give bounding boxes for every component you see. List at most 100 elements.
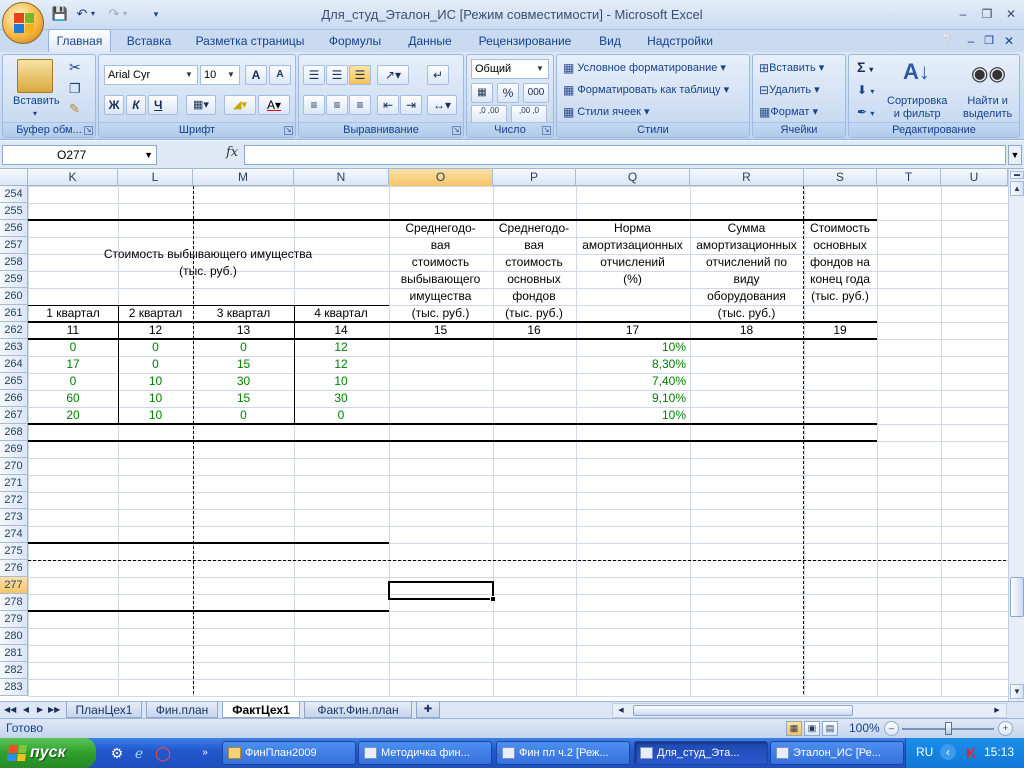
group-header-cell[interactable]: Стоимость выбывающего имущества (тыс. ру… bbox=[28, 246, 388, 280]
tray-arrow-icon[interactable]: ‹ bbox=[940, 744, 956, 760]
zoom-level[interactable]: 100% bbox=[849, 721, 880, 735]
column-number-15[interactable]: 15 bbox=[389, 322, 492, 339]
vertical-scrollbar[interactable]: ▬ ▲ ▼ bbox=[1008, 169, 1024, 701]
borders-button[interactable]: ▦▾ bbox=[186, 95, 216, 115]
data-cell-k[interactable]: 17 bbox=[28, 356, 118, 373]
data-cell-m[interactable]: 0 bbox=[193, 407, 294, 424]
data-cell-m[interactable]: 15 bbox=[193, 356, 294, 373]
underline-button[interactable]: Ч bbox=[148, 95, 178, 115]
spreadsheet-grid[interactable]: KLMNOPQRSTU 254 255 256 257 258 259 260 261 262 2… bbox=[0, 169, 1008, 701]
number-format-combo[interactable]: Общий ▼ bbox=[471, 59, 549, 79]
row-header-274[interactable]: 274 bbox=[0, 526, 28, 543]
page-layout-view-icon[interactable]: ▣ bbox=[804, 721, 820, 736]
tab-addins[interactable]: Надстройки bbox=[640, 30, 720, 52]
data-cell-l[interactable]: 10 bbox=[118, 373, 193, 390]
page-break-view-icon[interactable]: ▤ bbox=[822, 721, 838, 736]
font-size-dropdown-icon[interactable]: ▼ bbox=[227, 66, 238, 84]
data-cell-m[interactable]: 15 bbox=[193, 390, 294, 407]
decrease-indent-button[interactable]: ⇤ bbox=[377, 95, 399, 115]
task-finplan2009[interactable]: ФинПлан2009 bbox=[222, 741, 356, 765]
insert-sheet-icon[interactable]: ✚ bbox=[416, 702, 440, 718]
row-header-282[interactable]: 282 bbox=[0, 662, 28, 679]
horizontal-scroll-thumb[interactable] bbox=[633, 705, 853, 716]
task-metodichka[interactable]: Методичка фин... bbox=[358, 741, 492, 765]
data-cell-k[interactable]: 0 bbox=[28, 339, 118, 356]
quicklaunch-opera-icon[interactable]: ◯ bbox=[154, 744, 172, 762]
row-header-271[interactable]: 271 bbox=[0, 475, 28, 492]
first-sheet-icon[interactable]: ◀◀ bbox=[4, 703, 16, 717]
row-header-277[interactable]: 277 bbox=[0, 577, 28, 594]
font-size-combo[interactable]: 10 ▼ bbox=[200, 65, 240, 85]
delete-cells-button[interactable]: ⊟Удалить ▾ bbox=[759, 83, 820, 97]
merge-center-button[interactable]: ↔▾ bbox=[427, 95, 457, 115]
sheet-tab-fakt-fin-plan[interactable]: Факт.Фин.план bbox=[304, 702, 412, 718]
scroll-down-icon[interactable]: ▼ bbox=[1010, 684, 1024, 699]
column-number-14[interactable]: 14 bbox=[294, 322, 388, 339]
row-header-257[interactable]: 257 bbox=[0, 237, 28, 254]
task-fin-pl-ch2[interactable]: Фин пл ч.2 [Реж... bbox=[496, 741, 630, 765]
quicklaunch-settings-icon[interactable]: ⚙ bbox=[108, 744, 126, 762]
row-header-279[interactable]: 279 bbox=[0, 611, 28, 628]
last-sheet-icon[interactable]: ▶▶ bbox=[48, 703, 60, 717]
split-handle-icon[interactable]: ▬ bbox=[1010, 171, 1024, 179]
column-number-12[interactable]: 12 bbox=[118, 322, 193, 339]
zoom-slider-thumb[interactable] bbox=[945, 722, 952, 735]
column-header-Q[interactable]: Q bbox=[576, 169, 690, 186]
number-format-dropdown-icon[interactable]: ▼ bbox=[536, 60, 547, 78]
close-button[interactable]: ✕ bbox=[1000, 6, 1022, 22]
tab-home[interactable]: Главная bbox=[48, 29, 111, 52]
fill-color-button[interactable]: ◢▾ bbox=[224, 95, 256, 115]
expand-formula-bar-icon[interactable]: ▼ bbox=[1008, 145, 1022, 165]
scroll-up-icon[interactable]: ▲ bbox=[1010, 181, 1024, 196]
tab-view[interactable]: Вид bbox=[588, 30, 632, 52]
quarter-2-header[interactable]: 2 квартал bbox=[118, 305, 193, 322]
sort-filter-icon[interactable]: A↓ bbox=[903, 59, 930, 85]
orientation-button[interactable]: ↗▾ bbox=[377, 65, 409, 85]
align-top-button[interactable]: ☰ bbox=[303, 65, 325, 85]
copy-icon[interactable]: ❐ bbox=[69, 81, 81, 97]
format-painter-icon[interactable]: ✎ bbox=[69, 101, 80, 117]
fill-button[interactable]: ⬇ ▾ bbox=[857, 83, 874, 97]
header-col-O[interactable]: Среднегодо- вая стоимость выбывающего им… bbox=[389, 220, 492, 322]
data-cell-q[interactable]: 10% bbox=[576, 339, 689, 356]
column-header-M[interactable]: M bbox=[193, 169, 294, 186]
quicklaunch-ie-icon[interactable]: ℯ bbox=[130, 744, 148, 762]
fill-handle[interactable] bbox=[490, 596, 496, 602]
data-cell-q[interactable]: 8,30% bbox=[576, 356, 689, 373]
kaspersky-icon[interactable]: K bbox=[962, 744, 980, 762]
row-header-254[interactable]: 254 bbox=[0, 186, 28, 203]
help-icon[interactable]: ❔ bbox=[938, 30, 956, 52]
zoom-in-icon[interactable]: + bbox=[998, 721, 1013, 736]
align-left-button[interactable]: ≡ bbox=[303, 95, 325, 115]
column-header-T[interactable]: T bbox=[877, 169, 941, 186]
header-col-R[interactable]: Сумма амортизационных отчислений по виду… bbox=[690, 220, 803, 322]
zoom-out-icon[interactable]: – bbox=[884, 721, 899, 736]
row-header-260[interactable]: 260 bbox=[0, 288, 28, 305]
align-middle-button[interactable]: ☰ bbox=[326, 65, 348, 85]
paste-button[interactable]: Вставить bbox=[13, 95, 60, 107]
tab-review[interactable]: Рецензирование bbox=[470, 30, 580, 52]
row-header-270[interactable]: 270 bbox=[0, 458, 28, 475]
header-col-P[interactable]: Среднегодо- вая стоимость основных фондо… bbox=[493, 220, 575, 322]
data-cell-q[interactable]: 9,10% bbox=[576, 390, 689, 407]
horizontal-scrollbar[interactable]: ◀ ▶ bbox=[612, 703, 1007, 718]
row-header-264[interactable]: 264 bbox=[0, 356, 28, 373]
office-button[interactable] bbox=[2, 2, 44, 44]
clipboard-launcher-icon[interactable]: ↘ bbox=[84, 126, 93, 135]
currency-button[interactable]: ▦ bbox=[471, 83, 493, 103]
column-header-U[interactable]: U bbox=[941, 169, 1008, 186]
vertical-scroll-thumb[interactable] bbox=[1010, 577, 1024, 617]
data-cell-m[interactable]: 30 bbox=[193, 373, 294, 390]
shrink-font-button[interactable]: A bbox=[269, 65, 291, 85]
quarter-4-header[interactable]: 4 квартал bbox=[294, 305, 388, 322]
font-name-combo[interactable]: Arial Cyr ▼ bbox=[104, 65, 198, 85]
header-col-S[interactable]: Стоимость основных фондов на конец года … bbox=[804, 220, 876, 305]
wrap-text-button[interactable]: ↵ bbox=[427, 65, 449, 85]
percent-button[interactable]: % bbox=[497, 83, 519, 103]
sheet-tab-fin-plan[interactable]: Фин.план bbox=[146, 702, 218, 718]
column-header-P[interactable]: P bbox=[493, 169, 576, 186]
row-header-258[interactable]: 258 bbox=[0, 254, 28, 271]
increase-indent-button[interactable]: ⇥ bbox=[400, 95, 422, 115]
row-header-273[interactable]: 273 bbox=[0, 509, 28, 526]
quicklaunch-more-icon[interactable]: » bbox=[196, 744, 214, 762]
